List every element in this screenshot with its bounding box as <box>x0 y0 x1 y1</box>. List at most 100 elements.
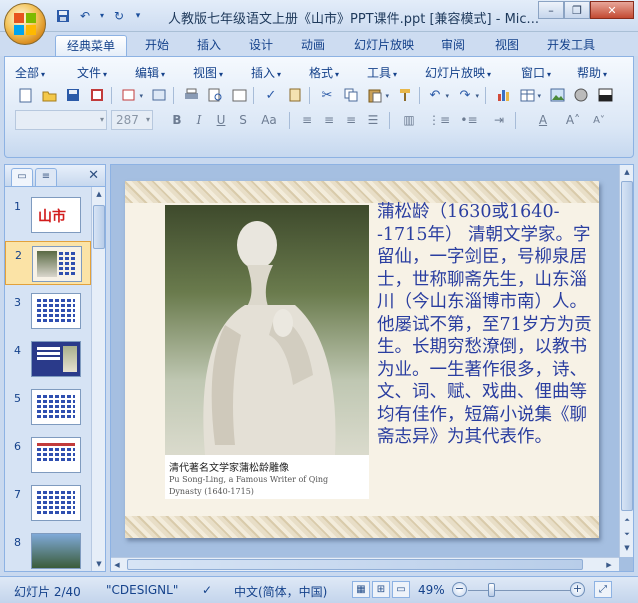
shadow-icon[interactable]: S <box>233 110 253 130</box>
outline-tab[interactable]: ≡ <box>35 168 57 186</box>
menu-format[interactable]: 格式 ▾ <box>309 64 339 81</box>
copy-icon[interactable] <box>341 85 361 105</box>
font-size-combo[interactable]: 287 ▾ <box>111 110 153 130</box>
office-button[interactable] <box>4 3 46 45</box>
undo-dropdown-icon[interactable]: ▾ <box>98 7 106 24</box>
close-icon[interactable]: ✕ <box>88 168 99 183</box>
menu-window[interactable]: 窗口 ▾ <box>521 64 551 81</box>
align-right-icon[interactable]: ≡ <box>341 110 361 130</box>
print-preview-icon[interactable] <box>205 85 225 105</box>
slides-panel-scrollbar[interactable]: ▲ ▼ <box>91 187 105 571</box>
font-name-combo[interactable]: ▾ <box>15 110 107 130</box>
align-left-icon[interactable]: ≡ <box>297 110 317 130</box>
insert-picture-icon[interactable] <box>547 85 567 105</box>
close-button[interactable]: ✕ <box>590 1 634 19</box>
tab-design[interactable]: 设计 <box>240 35 282 56</box>
menu-tools[interactable]: 工具 ▾ <box>367 64 397 81</box>
slideshow-view-icon[interactable]: ▭ <box>392 581 410 598</box>
language-indicator[interactable]: 中文(简体，中国) <box>234 583 327 600</box>
menu-file[interactable]: 文件 ▾ <box>77 64 107 81</box>
align-center-icon[interactable]: ≡ <box>319 110 339 130</box>
permission-icon[interactable] <box>87 85 107 105</box>
paste-icon[interactable] <box>365 85 389 105</box>
previous-slide-icon[interactable]: ⏶ <box>621 513 633 527</box>
slide-sorter-icon[interactable]: ⊞ <box>372 581 390 598</box>
insert-chart-icon[interactable] <box>493 85 513 105</box>
normal-view-icon[interactable]: ▦ <box>352 581 370 598</box>
tab-home[interactable]: 开始 <box>136 35 178 56</box>
slide-body-text[interactable]: 蒲松龄（1630或1640--1715年） 清朝文学家。字留仙，一字剑臣，号柳泉… <box>377 201 599 449</box>
columns-icon[interactable]: ▥ <box>399 110 419 130</box>
scroll-down-icon[interactable]: ▼ <box>93 557 105 571</box>
insert-table-icon[interactable] <box>517 85 541 105</box>
undo-icon[interactable]: ↶ <box>76 7 94 24</box>
shrink-font-icon[interactable]: A˅ <box>589 110 609 130</box>
slide-layout-icon[interactable] <box>229 85 249 105</box>
grow-font-icon[interactable]: A˄ <box>563 110 583 130</box>
zoom-in-icon[interactable]: + <box>570 582 585 597</box>
send-icon[interactable] <box>119 85 143 105</box>
tab-developer[interactable]: 开发工具 <box>540 35 602 56</box>
research-icon[interactable] <box>285 85 305 105</box>
slide-thumbnail-8[interactable]: 8 <box>5 529 91 571</box>
spelling-icon[interactable]: ✓ <box>261 85 281 105</box>
zoom-slider[interactable] <box>468 590 572 591</box>
scrollbar-thumb[interactable] <box>93 205 105 249</box>
italic-icon[interactable]: I <box>189 110 209 130</box>
save-icon[interactable] <box>63 85 83 105</box>
tab-slideshow[interactable]: 幻灯片放映 <box>346 35 422 56</box>
fit-to-window-icon[interactable]: ⤢ <box>594 581 612 598</box>
scroll-left-icon[interactable]: ◀ <box>111 558 123 572</box>
save-icon[interactable] <box>54 7 72 24</box>
slide-thumbnail-3[interactable]: 3 <box>5 289 91 333</box>
zoom-out-icon[interactable]: − <box>452 582 467 597</box>
tab-animation[interactable]: 动画 <box>292 35 334 56</box>
redo-icon[interactable]: ↻ <box>110 7 128 24</box>
justify-icon[interactable]: ☰ <box>363 110 383 130</box>
tab-view[interactable]: 视图 <box>486 35 528 56</box>
numbering-icon[interactable]: ⋮≡ <box>428 110 450 130</box>
tab-classic-menu[interactable]: 经典菜单 <box>55 35 127 56</box>
cut-icon[interactable]: ✂ <box>317 85 337 105</box>
minimize-button[interactable]: – <box>538 1 564 19</box>
spelling-check-icon[interactable]: ✓ <box>202 583 212 597</box>
grayscale-icon[interactable] <box>571 85 591 105</box>
menu-slideshow[interactable]: 幻灯片放映 ▾ <box>425 64 491 81</box>
undo-icon[interactable]: ↶ <box>425 85 449 105</box>
slides-tab[interactable]: ▭ <box>11 168 33 186</box>
slide-thumbnail-6[interactable]: 6 <box>5 433 91 477</box>
new-icon[interactable] <box>15 85 35 105</box>
tab-review[interactable]: 审阅 <box>432 35 474 56</box>
redo-icon[interactable]: ↷ <box>455 85 479 105</box>
menu-view[interactable]: 视图 ▾ <box>193 64 223 81</box>
menu-all[interactable]: 全部 ▾ <box>15 64 45 81</box>
scrollbar-thumb[interactable] <box>621 181 633 511</box>
indent-icon[interactable]: ⇥ <box>489 110 509 130</box>
publish-icon[interactable] <box>149 85 169 105</box>
underline-icon[interactable]: U <box>211 110 231 130</box>
tab-insert[interactable]: 插入 <box>188 35 230 56</box>
scroll-down-icon[interactable]: ▼ <box>621 541 633 555</box>
print-icon[interactable] <box>181 85 201 105</box>
color-view-icon[interactable] <box>595 85 615 105</box>
slide-thumbnail-5[interactable]: 5 <box>5 385 91 429</box>
zoom-slider-knob[interactable] <box>488 583 495 597</box>
slide-thumbnail-7[interactable]: 7 <box>5 481 91 525</box>
slide-canvas[interactable]: 清代著名文学家蒲松龄雕像 Pu Song-Ling, a Famous Writ… <box>125 181 599 538</box>
font-color-icon[interactable]: A <box>533 110 553 130</box>
zoom-level[interactable]: 49% <box>418 583 445 597</box>
change-case-icon[interactable]: Aa <box>259 110 279 130</box>
menu-edit[interactable]: 编辑 ▾ <box>135 64 165 81</box>
menu-help[interactable]: 帮助 ▾ <box>577 64 607 81</box>
open-icon[interactable] <box>39 85 59 105</box>
scroll-right-icon[interactable]: ▶ <box>603 558 615 572</box>
scroll-up-icon[interactable]: ▲ <box>93 187 105 201</box>
slide-thumbnail-1[interactable]: 1 山市 <box>5 193 91 237</box>
slide-thumbnail-4[interactable]: 4 <box>5 337 91 381</box>
slide-thumbnail-2[interactable]: 2 <box>5 241 91 285</box>
bold-icon[interactable]: B <box>167 110 187 130</box>
next-slide-icon[interactable]: ⏷ <box>621 527 633 541</box>
restore-button[interactable]: ❐ <box>564 1 590 19</box>
scrollbar-thumb[interactable] <box>127 559 583 570</box>
scroll-up-icon[interactable]: ▲ <box>621 165 633 179</box>
